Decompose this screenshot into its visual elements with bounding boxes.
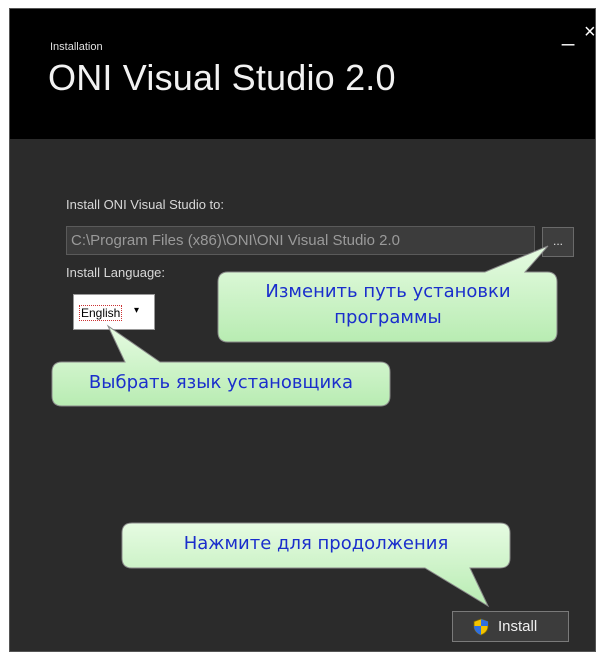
- callout-select-language-text: Выбрать язык установщика: [88, 372, 354, 393]
- callout-change-path-text: Изменить путь установки программы: [265, 281, 511, 328]
- callout-press-continue-text: Нажмите для продолжения: [183, 533, 449, 554]
